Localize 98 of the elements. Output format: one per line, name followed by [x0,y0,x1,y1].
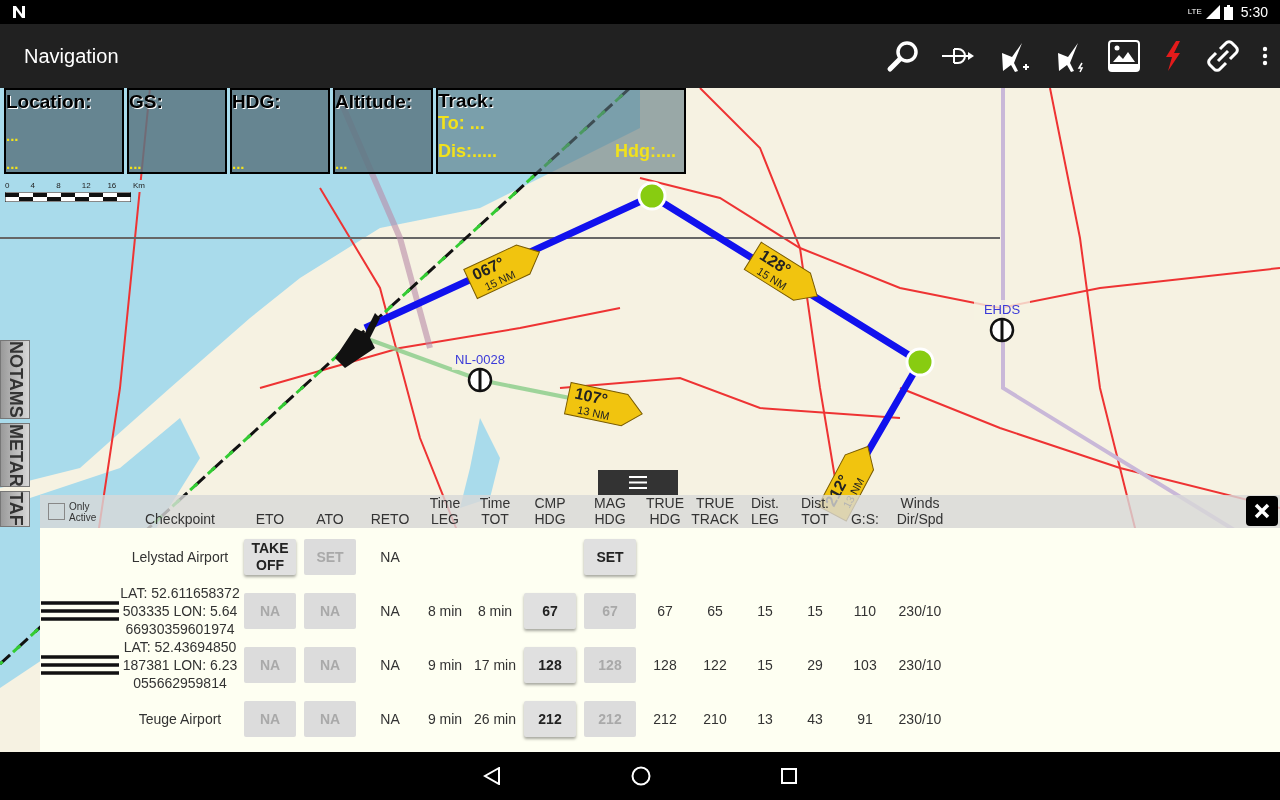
info-value: To: ... [438,112,486,134]
waypoint-arrow-icon[interactable] [942,46,974,66]
column-header: TRUE HDG [644,495,686,528]
scale-tick: 16 [107,180,118,192]
table-cell-text: 210 [702,709,728,729]
table-cell-text: NA [379,655,401,675]
column-header: Checkpoint [143,511,216,528]
table-cell-text: 43 [806,709,824,729]
table-cell-text: 230/10 [897,709,943,729]
app-title: Navigation [24,44,120,69]
waypoint-marker-icon [467,367,493,393]
column-header: TRUE TRACK [690,495,740,528]
table-cell-text: 9 min [426,709,464,729]
checkpoint-name: Teuge Airport [137,710,223,728]
close-button[interactable] [1246,496,1278,526]
table-button[interactable]: TAKE OFF [244,539,296,575]
table-cell-text: 26 min [473,709,517,729]
link-icon[interactable] [1206,39,1240,73]
table-cell-text: 91 [856,709,874,729]
side-tab[interactable]: METAR [0,422,30,488]
table-cell-text: 230/10 [897,601,943,621]
table-button[interactable]: 128 [524,647,576,683]
notification-icon [12,5,26,19]
info-label: HDG: [232,90,282,114]
info-label: Altitude: [335,90,414,114]
table-cell-text: NA [379,601,401,621]
info-value: Dis:..... [438,140,497,162]
signal-icon [1205,5,1220,19]
table-cell-text: NA [379,709,401,729]
scale-tick: 12 [81,180,92,192]
info-value: ... [232,156,246,172]
table-cell-text: NA [379,547,401,567]
checkpoint-name: LAT: 52.611658372503335 LON: 5.6466930359601974 [120,584,240,638]
info-value: ... [6,156,20,172]
table-button[interactable]: 67 [524,593,576,629]
menu-icon[interactable] [598,470,678,495]
waypoint-marker-icon [989,317,1015,343]
column-header: Dist. LEG [750,495,780,528]
table-cell-text: 128 [652,655,678,675]
scale-tick: 4 [30,180,37,192]
table-button[interactable]: 212 [524,701,576,737]
table-cell-text: 8 min [476,601,514,621]
side-tab[interactable]: TAF [0,491,30,527]
column-header: G:S: [850,511,880,528]
column-header: MAG HDG [593,495,627,528]
column-header: Time TOT [478,495,512,528]
home-icon[interactable] [631,766,651,786]
table-cell-text: 15 [806,601,824,621]
airplane-icon [335,313,380,368]
table-cell-text: 15 [756,655,774,675]
waypoint-dot[interactable] [637,181,667,211]
drag-handle-icon[interactable] [41,600,119,622]
network-label: LTE [1187,6,1202,18]
clock: 5:30 [1240,2,1268,22]
info-label: GS: [129,90,164,114]
table-cell-text: 65 [706,601,724,621]
table-cell-text: 67 [656,601,674,621]
info-label: Location: [6,90,93,114]
info-value: ... [129,156,143,172]
table-cell-text: 122 [702,655,728,675]
back-icon[interactable] [483,767,501,785]
info-value: ... [6,128,20,144]
table-cell-text: 13 [756,709,774,729]
info-label: Track: [438,90,495,112]
table-cell-text: 9 min [426,655,464,675]
table-cell-text: 29 [806,655,824,675]
only-active-checkbox[interactable] [48,503,65,520]
table-cell-text: 230/10 [897,655,943,675]
column-header: Time LEG [428,495,462,528]
info-value: Hdg:.... [615,140,676,162]
scale-tick: 0 [5,180,11,192]
column-header: CMP HDG [533,495,567,528]
battery-icon [1223,4,1233,20]
column-header: ATO [315,511,345,528]
search-icon[interactable] [886,39,920,73]
close-icon [1254,503,1270,519]
checkpoint-name: Lelystad Airport [130,548,230,566]
table-cell-text: 103 [852,655,878,675]
table-cell-text: 17 min [473,655,517,675]
column-header: ETO [254,511,286,528]
waypoint-dot[interactable] [905,347,935,377]
column-header: Winds Dir/Spd [895,495,945,528]
table-cell-text: 110 [852,601,878,621]
table-cell-text: 8 min [426,601,464,621]
table-cell-text: 15 [756,601,774,621]
info-value: ... [335,156,349,172]
recents-icon[interactable] [781,768,797,784]
more-icon[interactable] [1262,46,1268,66]
waypoint-label: EHDS [974,300,1030,320]
table-cell-text: 212 [652,709,678,729]
image-icon[interactable] [1108,40,1140,72]
table-button[interactable]: SET [584,539,636,575]
column-header: RETO [369,511,411,528]
scale-tick: 8 [56,180,62,192]
only-active-label: Only Active [69,500,97,523]
side-tab[interactable]: NOTAMS [0,340,30,419]
checkpoint-name: LAT: 52.43694850187381 LON: 6.23055662959814 [121,638,239,692]
drag-handle-icon[interactable] [41,654,119,676]
